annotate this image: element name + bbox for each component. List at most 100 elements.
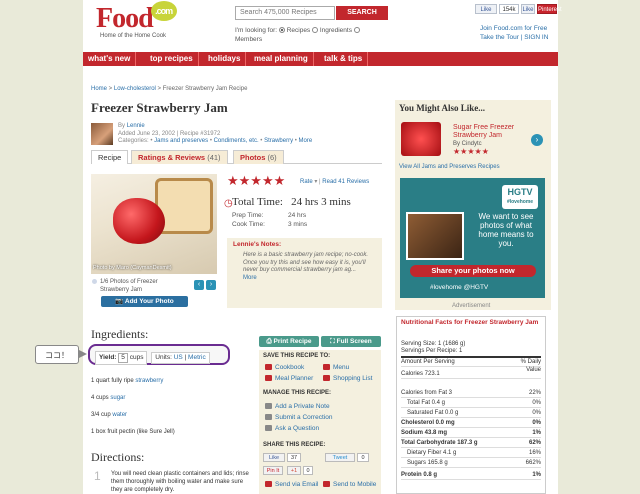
suggested-stars: ★★★★★ [453,147,489,156]
suggested-recipe-link[interactable]: Sugar Free Freezer Strawberry Jam [453,124,533,140]
read-reviews-link[interactable]: Read 41 Reviews [322,179,369,185]
radio-recipes[interactable] [278,27,285,34]
recipe-photo[interactable]: Photo by Maro (CaymanDesmit) [91,174,217,274]
send-email-link[interactable]: Send via Email [265,481,318,488]
rate-links: Rate ▾ | Read 41 Reviews [300,179,370,185]
nutrition-row: Protein 0.8 g 1% [401,472,541,480]
nutrition-row: Sugars 165.8 g 662% [401,459,541,468]
google-like-button[interactable]: Like [521,4,535,14]
breadcrumb-home[interactable]: Home [91,86,107,92]
nutrition-row: Saturated Fat 0.0 g 0% [401,409,541,418]
cart-icon [323,375,330,382]
add-photo-button[interactable]: 📷 Add Your Photo [101,296,188,307]
callout-arrow [79,350,87,358]
yield-select[interactable]: 5 [118,353,128,363]
units-us-link[interactable]: US [174,354,183,361]
search-input[interactable]: Search 475,000 Recipes [235,6,335,20]
nav-top-recipes[interactable]: top recipes [145,52,199,66]
edit-icon [265,414,272,421]
join-link[interactable]: Join Food.com for Free [480,24,548,33]
search-button[interactable]: SEARCH [336,6,388,20]
nav-holidays[interactable]: holidays [203,52,247,66]
nav-whats-new[interactable]: what's new [83,52,137,66]
add-private-note-link[interactable]: Add a Private Note [265,403,330,410]
tab-recipe[interactable]: Recipe [91,150,129,164]
ask-question-link[interactable]: Ask a Question [265,425,319,432]
facebook-like-button[interactable]: Like [475,4,497,14]
nutrition-facts: Nutritional Facts for Freezer Strawberry… [396,316,546,494]
share-photos-button[interactable]: Share your photos now [410,265,536,277]
author-link[interactable]: Lennie [127,123,145,129]
nutrition-row: Calories from Fat 3 22% [401,390,541,398]
ad-text: We want to see photos of what home means… [478,212,534,248]
ad-photo [406,212,464,260]
note-icon [265,403,272,410]
recipe-meta: By Lennie Added June 23, 2002 | Recipe #… [118,123,313,144]
total-time: Total Time: 24 hrs 3 mins [232,196,351,208]
next-suggestion-button[interactable]: › [531,134,543,146]
tab-ratings-reviews[interactable]: Ratings & Reviews (41) [131,150,228,164]
category-link[interactable]: Jams and preserves [154,138,208,144]
directions-title: Directions: [91,450,145,464]
submit-correction-link[interactable]: Submit a Correction [265,414,332,421]
send-mobile-link[interactable]: Send to Mobile [323,481,376,488]
breadcrumb-category[interactable]: Low-cholesterol [114,86,156,92]
page-title: Freezer Strawberry Jam [91,100,228,115]
rate-link[interactable]: Rate [300,179,313,185]
join-links: Join Food.com for Free Take the Tour | S… [480,24,549,41]
hgtv-advertisement[interactable]: HGTV #lovehome We want to see photos of w… [400,178,545,298]
next-photo-button[interactable]: › [206,280,216,290]
photo-credit: Photo by Maro (CaymanDesmit) [93,265,172,271]
main-nav: what's new top recipes holidays meal pla… [83,52,558,66]
category-link[interactable]: Condiments, etc. [214,138,259,144]
food-logo[interactable]: Food .com [96,1,177,33]
suggested-recipe-image[interactable] [401,122,441,156]
recipe-tabs: Recipe Ratings & Reviews (41) Photos (6) [91,150,382,164]
tweet-count: 0 [357,453,369,462]
notes-more-link[interactable]: More [233,275,376,283]
avatar[interactable] [91,123,113,145]
prep-cook-times: Prep Time: 24 hrs Cook Time: 3 mins [232,212,308,228]
nutrition-row: Cholesterol 0.0 mg 0% [401,420,541,428]
author-notes: Lennie's Notes: Here is a basic strawber… [227,238,382,308]
save-share-panel: SAVE THIS RECIPE TO: Cookbook Menu Meal … [259,350,381,494]
category-link[interactable]: Strawberry [264,138,293,144]
more-categories-link[interactable]: More [299,138,313,144]
view-all-link[interactable]: View All Jams and Preserves Recipes [399,164,500,170]
signin-link[interactable]: SIGN IN [524,34,548,41]
save-shopping-list-link[interactable]: Shopping List [323,375,372,382]
print-recipe-button[interactable]: ⎙ Print Recipe [259,336,319,347]
like-count: 154k [499,4,519,14]
facebook-count: 37 [287,453,301,462]
tab-photos[interactable]: Photos (6) [233,150,284,164]
radio-ingredients[interactable] [312,27,318,34]
save-cookbook-link[interactable]: Cookbook [265,364,304,371]
pin-it-button[interactable]: Pin It [263,466,283,475]
pinterest-button[interactable]: Pinterest [537,4,562,14]
ingredient-item: 1 quart fully ripe strawberry [91,378,164,384]
ad-social: #lovehome @HGTV [430,284,489,291]
added-date: Added June 23, 2002 | Recipe #31972 [118,130,221,137]
breadcrumb-current: Freezer Strawberry Jam Recipe [162,86,248,92]
ad-label: Advertisement [452,303,491,309]
hgtv-logo: HGTV #lovehome [502,185,538,209]
rating-stars[interactable]: ★★★★★ [227,174,285,188]
nav-talk-tips[interactable]: talk & tips [319,52,369,66]
radio-members[interactable] [353,27,360,34]
prev-photo-button[interactable]: ‹ [194,280,204,290]
units-metric-link[interactable]: Metric [188,354,206,361]
nav-meal-planning[interactable]: meal planning [249,52,314,66]
nutrition-title: Nutritional Facts for Freezer Strawberry… [401,319,539,326]
tour-link[interactable]: Take the Tour [480,34,519,41]
photo-thumb[interactable] [92,279,97,284]
nutrition-row: Sodium 43.8 mg 1% [401,430,541,438]
full-screen-button[interactable]: ⛶ Full Screen [321,336,381,347]
save-menu-link[interactable]: Menu [323,364,349,371]
facebook-like-button[interactable]: Like [263,453,285,462]
google-plus-button[interactable]: +1 [287,466,301,475]
save-meal-planner-link[interactable]: Meal Planner [265,375,313,382]
annotation-callout: ココ！ [35,345,79,364]
yield-highlight: Yield: 5 cups Units: US | Metric [88,344,230,365]
tweet-button[interactable]: Tweet [325,453,355,462]
nutrition-row: Dietary Fiber 4.1 g 16% [401,449,541,458]
